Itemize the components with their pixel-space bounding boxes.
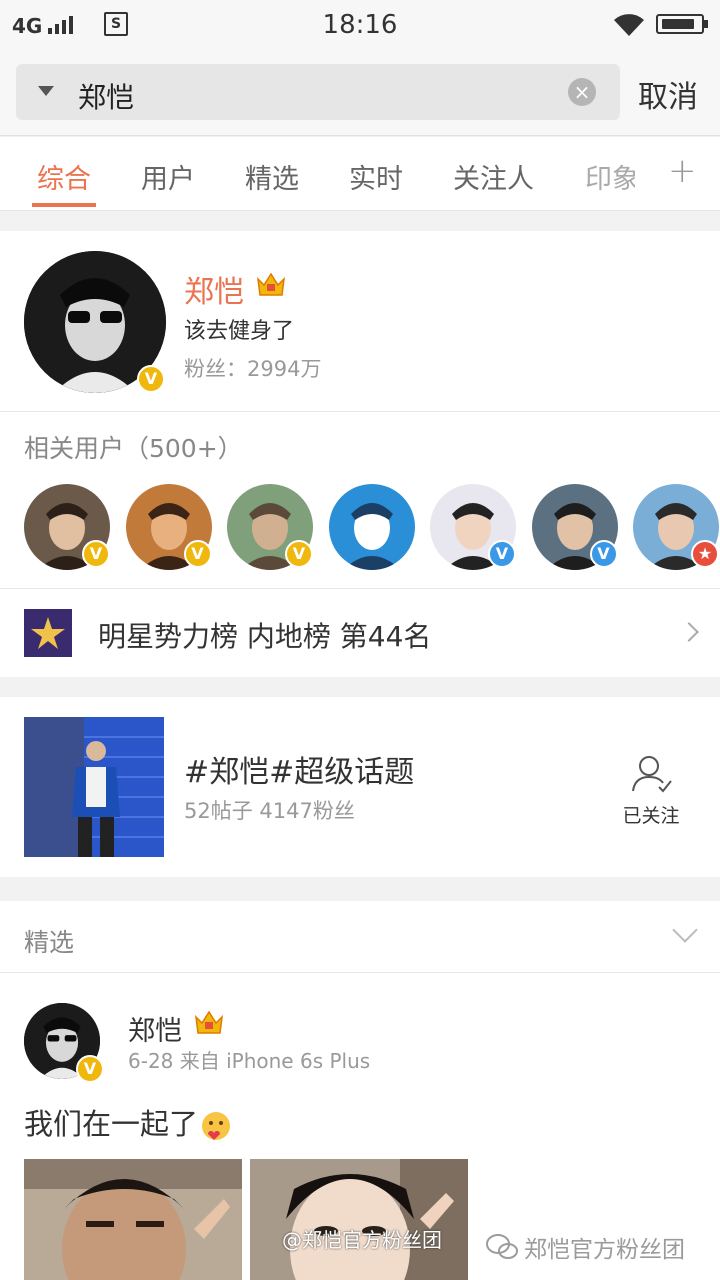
profile-bio: 该去健身了 [184,319,295,344]
wifi-icon [614,14,644,36]
post-meta: 6-28 来自 iPhone 6s Plus [128,1049,371,1073]
wechat-icon [486,1234,518,1259]
tab-realtime[interactable]: 实时 [349,157,403,196]
divider [0,411,720,412]
clear-icon[interactable]: × [568,78,596,106]
tab-users[interactable]: 用户 [141,157,195,196]
user-result-card: V 郑恺 该去健身了 粉丝：2994万 相关用户（500+） V V V V V ★ 明星… [0,231,720,677]
profile-name[interactable]: 郑恺 [184,267,244,311]
verified-badge-icon: V [285,540,313,568]
fans-count: 粉丝：2994万 [184,357,322,381]
chevron-right-icon [679,622,699,642]
search-tabs: 综合 用户 精选 实时 关注人 印象 + [0,137,720,211]
topic-stats: 52帖子 4147粉丝 [184,799,355,823]
tab-impression[interactable]: 印象 [585,157,635,196]
topic-image[interactable] [24,717,164,857]
status-bar: 4G S 18:16 [0,0,720,50]
tab-following[interactable]: 关注人 [453,157,534,196]
verified-badge-icon: V [183,540,212,568]
search-query[interactable]: 郑恺 [78,76,134,116]
related-user-avatar[interactable] [328,484,415,570]
featured-title: 精选 [24,928,75,957]
verified-badge-icon: V [488,540,516,568]
user-followed-icon [632,756,672,793]
search-input[interactable]: 郑恺 × [16,64,620,120]
search-type-dropdown-icon[interactable] [38,86,54,96]
post-author[interactable]: 郑恺 [128,1009,182,1048]
star-rank-row[interactable]: 明星势力榜 内地榜 第44名 [0,589,720,677]
post-text: 我们在一起了 [24,1101,232,1143]
featured-header[interactable]: 精选 [0,901,720,973]
verified-badge-icon: V [137,365,165,393]
active-tab-indicator [32,203,96,207]
tab-comprehensive[interactable]: 综合 [37,157,91,196]
post-text-content: 我们在一起了 [24,1107,199,1141]
tab-featured[interactable]: 精选 [245,157,299,196]
related-users-title: 相关用户（500+） [24,434,243,463]
wechat-watermark: 郑恺官方粉丝团 [486,1230,685,1264]
topic-title[interactable]: #郑恺#超级话题 [184,747,414,791]
battery-icon [656,14,708,34]
star-rank-icon [24,609,72,657]
post-image[interactable] [24,1159,242,1280]
verified-badge-icon: V [82,540,110,568]
followed-button[interactable]: 已关注 [616,753,686,828]
super-topic-card[interactable]: #郑恺#超级话题 52帖子 4147粉丝 已关注 [0,697,720,877]
wechat-watermark-text: 郑恺官方粉丝团 [524,1237,685,1263]
crown-icon [256,272,286,296]
add-tab-icon[interactable]: + [668,151,697,191]
verified-badge-icon: ★ [691,540,719,568]
star-rank-text: 明星势力榜 内地榜 第44名 [98,620,432,653]
post-image[interactable] [250,1159,468,1280]
profile-row[interactable]: V 郑恺 该去健身了 粉丝：2994万 [0,231,720,411]
cancel-button[interactable]: 取消 [638,72,698,116]
verified-badge-icon: V [76,1055,104,1083]
verified-badge-icon: V [589,540,618,568]
kiss-emoji-icon [202,1112,231,1140]
image-watermark: @郑恺官方粉丝团 [282,1228,442,1252]
search-header: 郑恺 × 取消 [0,50,720,136]
followed-label: 已关注 [622,805,680,827]
crown-icon [194,1010,224,1034]
chevron-down-icon[interactable] [672,917,698,943]
